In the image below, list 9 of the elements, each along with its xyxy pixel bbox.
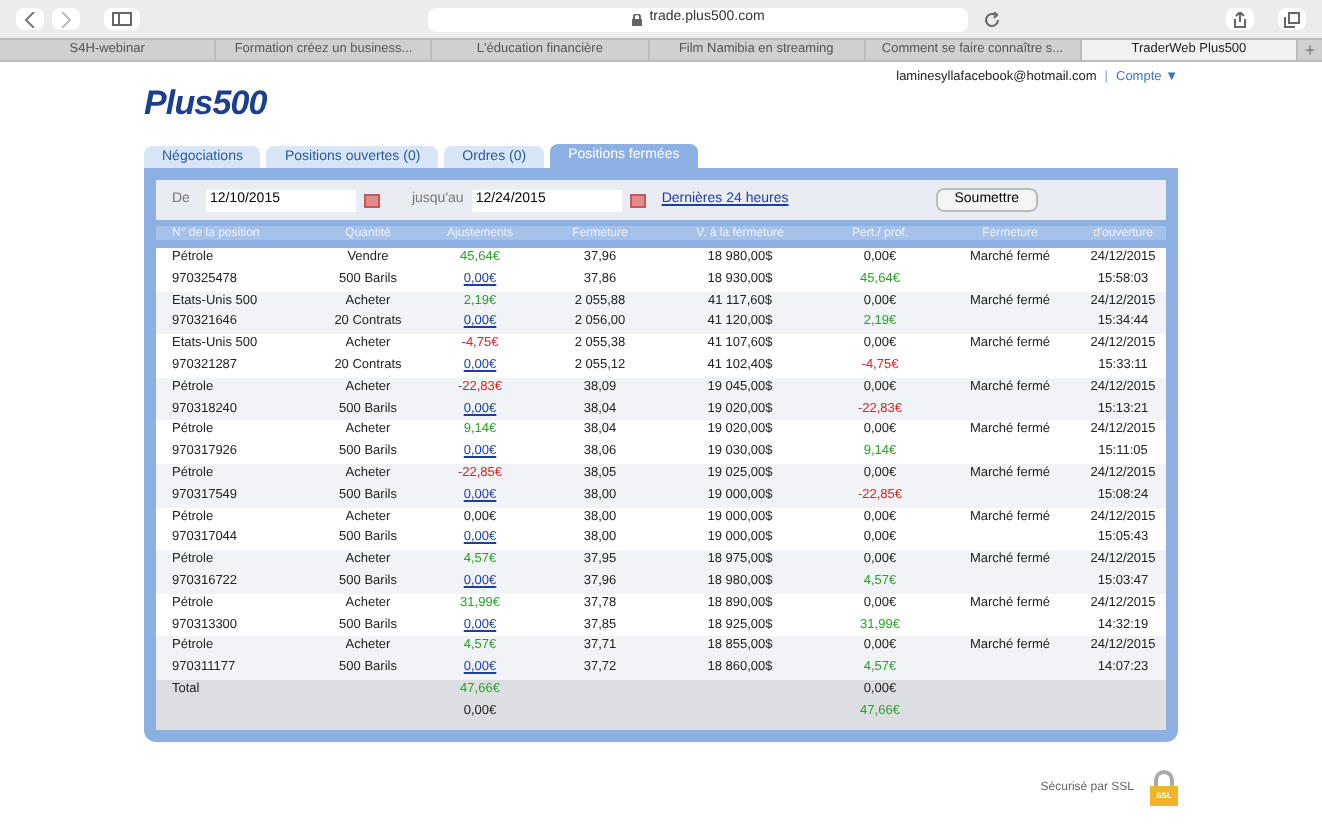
reload-icon[interactable] [984,11,1000,27]
logo: Plus500 [144,82,267,126]
sidebar-icon[interactable] [104,8,140,30]
share-icon[interactable] [1226,8,1254,30]
lock-icon [631,13,642,25]
calendar-icon[interactable] [363,193,380,207]
tabs-icon[interactable] [1278,8,1306,30]
calendar-icon[interactable] [629,193,646,207]
back-icon[interactable] [16,8,44,30]
